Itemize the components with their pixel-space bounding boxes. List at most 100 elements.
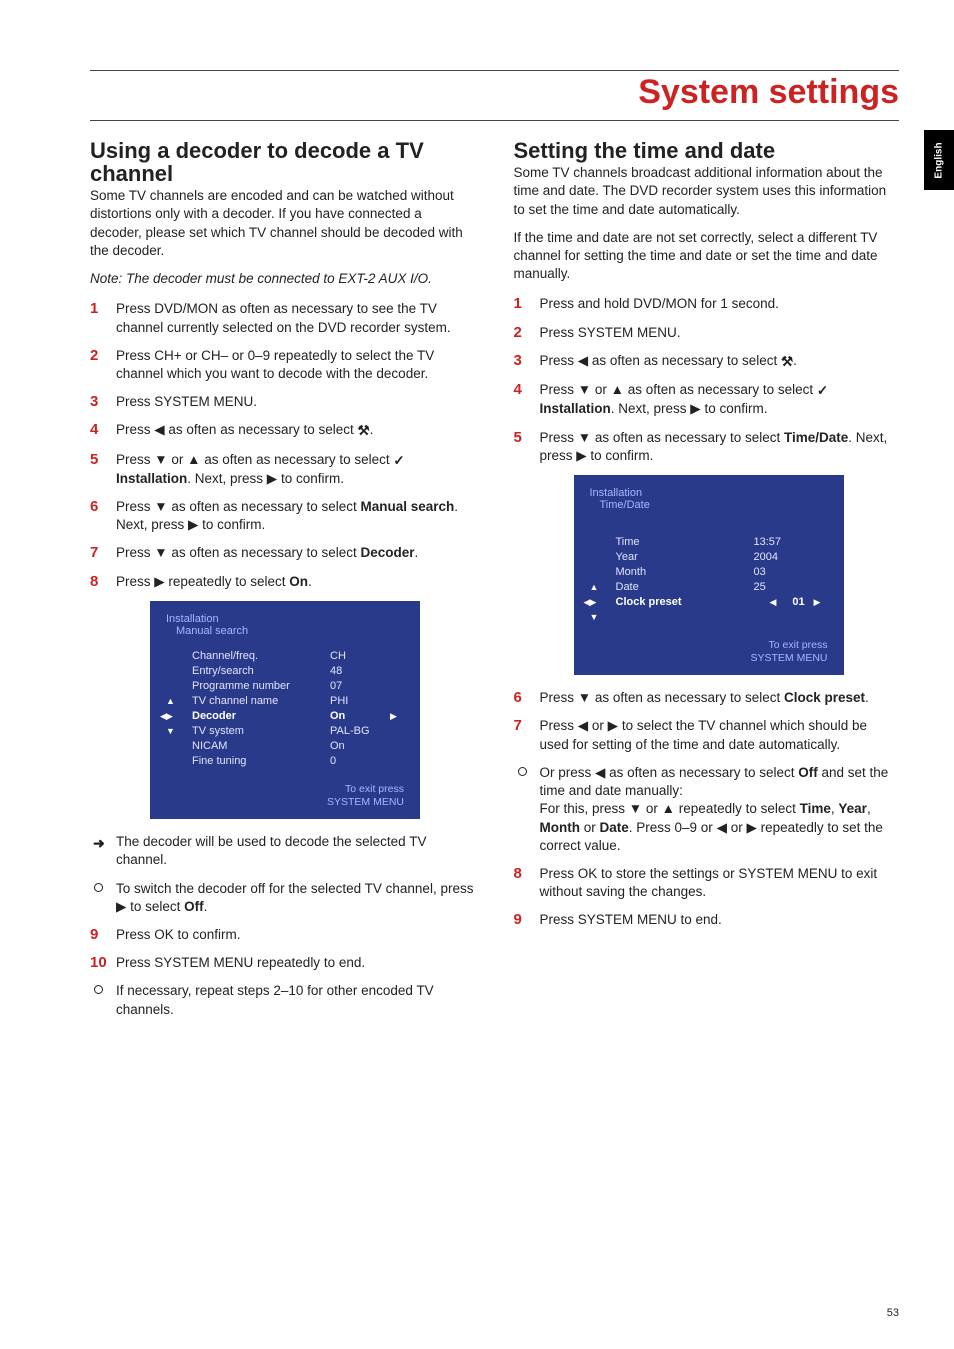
up-icon: ▲	[590, 582, 599, 592]
page-number: 53	[887, 1307, 899, 1319]
osd-row: Time13:57	[590, 535, 828, 550]
right-icon: ▶	[390, 711, 404, 722]
right-icon: ▶	[267, 471, 277, 486]
left-step-10: Press SYSTEM MENU repeatedly to end.	[90, 954, 476, 972]
osd-row: ▲Date25	[590, 580, 828, 595]
right-step-9: Press SYSTEM MENU to end.	[514, 911, 900, 929]
osd-footer-2: SYSTEM MENU	[590, 652, 828, 665]
down-icon: ▼	[154, 545, 167, 560]
osd-row: ▼	[590, 610, 828, 625]
right-icon: ▶	[166, 711, 173, 721]
up-icon: ▲	[611, 382, 624, 397]
left-icon: ◀	[595, 765, 605, 780]
osd-row: ▲TV channel namePHI	[166, 694, 404, 709]
right-icon: ▶	[590, 597, 597, 607]
left-step-9: Press OK to confirm.	[90, 926, 476, 944]
osd-row: Month03	[590, 565, 828, 580]
osd-row: Fine tuning0	[166, 754, 404, 769]
left-icon: ◀	[578, 718, 588, 733]
left-icon: ◀	[584, 597, 591, 608]
left-bullet-1: To switch the decoder off for the select…	[90, 880, 476, 916]
wrench-icon: ✓	[393, 452, 404, 470]
toolbox-icon: ⚒	[781, 353, 793, 371]
left-step-8: Press ▶ repeatedly to select On.	[90, 573, 476, 591]
right-intro-1: Some TV channels broadcast additional in…	[514, 164, 900, 219]
osd-crumb-2: Manual search	[166, 625, 404, 637]
right-step-4: Press ▼ or ▲ as often as necessary to se…	[514, 381, 900, 418]
page-body: System settings Using a decoder to decod…	[0, 0, 954, 1059]
toolbox-icon: ⚒	[358, 422, 370, 440]
left-step-6: Press ▼ as often as necessary to select …	[90, 498, 476, 534]
wrench-icon: ✓	[817, 382, 828, 400]
left-step-3: Press SYSTEM MENU.	[90, 393, 476, 411]
right-step-7: Press ◀ or ▶ to select the TV channel wh…	[514, 717, 900, 753]
rule-below-title	[90, 120, 899, 121]
right-icon: ▶	[116, 899, 126, 914]
down-icon: ▼	[578, 430, 591, 445]
up-icon: ▲	[187, 452, 200, 467]
down-icon: ▼	[154, 452, 167, 467]
osd-footer-1: To exit press	[590, 639, 828, 652]
right-step-2: Press SYSTEM MENU.	[514, 324, 900, 342]
right-icon: ▶	[154, 574, 164, 589]
left-bullet-2: If necessary, repeat steps 2–10 for othe…	[90, 982, 476, 1018]
left-step-1: Press DVD/MON as often as necessary to s…	[90, 300, 476, 336]
right-step-3: Press ◀ as often as necessary to select …	[514, 352, 900, 371]
up-icon: ▲	[662, 801, 675, 816]
osd-row: ▼TV systemPAL-BG	[166, 724, 404, 739]
right-step-8: Press OK to store the settings or SYSTEM…	[514, 865, 900, 901]
left-icon: ◀	[578, 353, 588, 368]
left-icon: ◀	[717, 820, 727, 835]
down-icon: ▼	[166, 726, 175, 736]
osd-row: NICAMOn	[166, 739, 404, 754]
circle-icon	[518, 767, 527, 776]
left-result: ➜ The decoder will be used to decode the…	[90, 833, 476, 869]
left-icon: ◀	[770, 597, 784, 608]
right-icon: ▶	[188, 517, 198, 532]
page-title: System settings	[90, 73, 899, 112]
left-intro: Some TV channels are encoded and can be …	[90, 187, 476, 260]
right-steps-cont-2: Press OK to store the settings or SYSTEM…	[514, 865, 900, 930]
left-steps: Press DVD/MON as often as necessary to s…	[90, 300, 476, 591]
left-step-2: Press CH+ or CH– or 0–9 repeatedly to se…	[90, 347, 476, 383]
rule-top	[90, 70, 899, 71]
right-icon: ▶	[608, 718, 618, 733]
osd-row: Programme number07	[166, 679, 404, 694]
osd-footer-2: SYSTEM MENU	[166, 796, 404, 809]
right-icon: ▶	[814, 597, 828, 608]
right-step-1: Press and hold DVD/MON for 1 second.	[514, 295, 900, 313]
language-tab: English	[924, 130, 954, 190]
osd-row-selected: ◀▶Clock preset◀01▶	[590, 595, 828, 610]
up-icon: ▲	[166, 696, 175, 706]
left-section-title: Using a decoder to decode a TV channel	[90, 139, 476, 185]
circle-icon	[94, 985, 103, 994]
right-intro-2: If the time and date are not set correct…	[514, 229, 900, 284]
right-osd-screenshot: Installation Time/Date Time13:57 Year200…	[574, 475, 844, 675]
osd-footer-1: To exit press	[166, 783, 404, 796]
right-column: Setting the time and date Some TV channe…	[514, 139, 900, 1029]
left-icon: ◀	[160, 711, 167, 722]
osd-row: Year2004	[590, 550, 828, 565]
left-column: Using a decoder to decode a TV channel S…	[90, 139, 476, 1029]
left-step-5: Press ▼ or ▲ as often as necessary to se…	[90, 451, 476, 488]
down-icon: ▼	[578, 382, 591, 397]
left-osd-screenshot: Installation Manual search Channel/freq.…	[150, 601, 420, 819]
left-step-7: Press ▼ as often as necessary to select …	[90, 544, 476, 562]
right-icon: ▶	[746, 820, 756, 835]
left-steps-cont: Press OK to confirm. Press SYSTEM MENU r…	[90, 926, 476, 972]
circle-icon	[94, 883, 103, 892]
down-icon: ▼	[154, 499, 167, 514]
osd-row: Channel/freq.CH	[166, 649, 404, 664]
right-section-title: Setting the time and date	[514, 139, 900, 162]
left-step-4: Press ◀ as often as necessary to select …	[90, 421, 476, 440]
left-icon: ◀	[154, 422, 164, 437]
right-step-6: Press ▼ as often as necessary to select …	[514, 689, 900, 707]
osd-crumb-1: Installation	[590, 487, 828, 499]
right-step-5: Press ▼ as often as necessary to select …	[514, 429, 900, 465]
right-icon: ▶	[576, 448, 586, 463]
osd-row-selected: ◀▶DecoderOn▶	[166, 709, 404, 724]
left-note: Note: The decoder must be connected to E…	[90, 270, 476, 288]
osd-crumb-1: Installation	[166, 613, 404, 625]
down-icon: ▼	[578, 690, 591, 705]
osd-row: Entry/search48	[166, 664, 404, 679]
